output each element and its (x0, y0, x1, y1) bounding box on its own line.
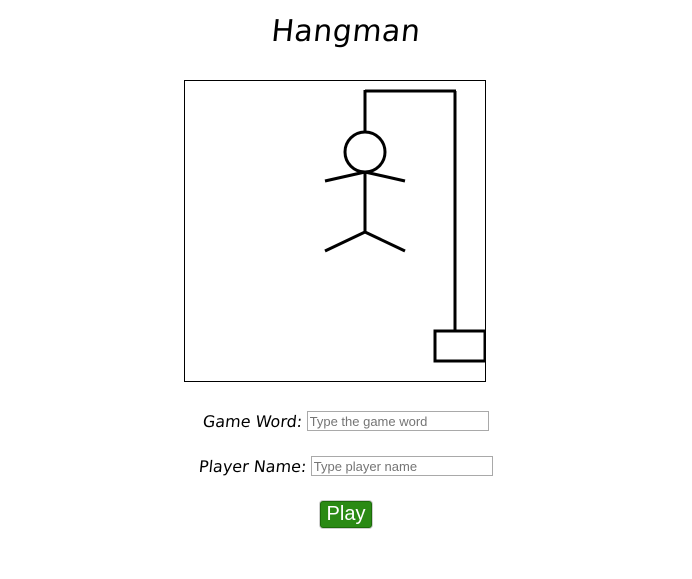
game-word-label: Game Word: (202, 411, 304, 431)
game-word-input[interactable] (306, 411, 489, 431)
stickman-right-arm (364, 170, 406, 183)
hangman-drawing (324, 89, 485, 363)
play-button[interactable]: Play (319, 501, 373, 528)
stickman-left-leg (324, 230, 366, 253)
stickman-left-arm (324, 170, 366, 183)
stickman-head (343, 130, 387, 174)
game-word-row: Game Word: (0, 411, 692, 431)
play-button-wrap: Play (0, 501, 692, 528)
gallows-base (433, 329, 485, 363)
player-name-input[interactable] (310, 456, 493, 476)
stickman-right-leg (364, 230, 406, 253)
player-name-row: Player Name: (0, 456, 692, 476)
page-title: Hangman (269, 14, 423, 49)
player-name-label: Player Name: (198, 456, 308, 476)
hangman-board (184, 80, 486, 382)
